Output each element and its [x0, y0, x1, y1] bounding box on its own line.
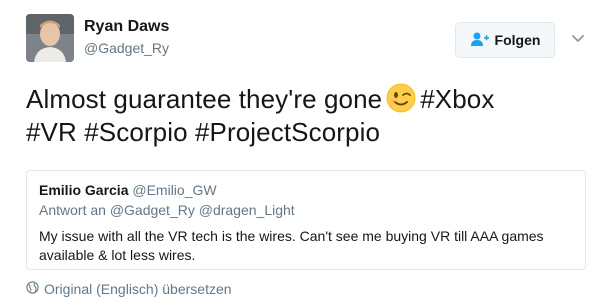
quoted-author-name: Emilio Garcia: [39, 182, 129, 198]
author-name[interactable]: Ryan Daws: [84, 18, 169, 36]
hashtag-xbox[interactable]: #Xbox: [420, 84, 494, 114]
quoted-reply-to: Antwort an @Gadget_Ry @dragen_Light: [39, 202, 295, 218]
quoted-author: Emilio Garcia @Emilio_GW: [39, 182, 217, 198]
quoted-tweet[interactable]: Emilio Garcia @Emilio_GW Antwort an @Gad…: [26, 170, 586, 270]
chevron-down-icon[interactable]: [570, 30, 586, 46]
tweet-text-main: Almost guarantee they're gone: [26, 84, 383, 114]
quoted-tweet-text: My issue with all the VR tech is the wir…: [39, 228, 544, 263]
hashtag-scorpio[interactable]: #Scorpio: [84, 117, 187, 147]
follow-button-label: Folgen: [494, 32, 541, 48]
hashtag-vr[interactable]: #VR: [26, 117, 77, 147]
globe-icon: [26, 281, 39, 297]
follow-user-icon: [470, 31, 490, 50]
follow-button[interactable]: Folgen: [455, 22, 555, 58]
hashtag-projectscorpio[interactable]: #ProjectScorpio: [195, 117, 380, 147]
winking-face-emoji-icon: [386, 83, 416, 113]
translate-label: Original (Englisch) übersetzen: [44, 281, 232, 297]
tweet-text: Almost guarantee they're gone #Xbox #VR …: [26, 83, 586, 149]
avatar[interactable]: [26, 14, 74, 62]
author-handle[interactable]: @Gadget_Ry: [84, 39, 169, 57]
quoted-author-handle: @Emilio_GW: [132, 182, 217, 198]
translate-link[interactable]: Original (Englisch) übersetzen: [26, 281, 232, 297]
